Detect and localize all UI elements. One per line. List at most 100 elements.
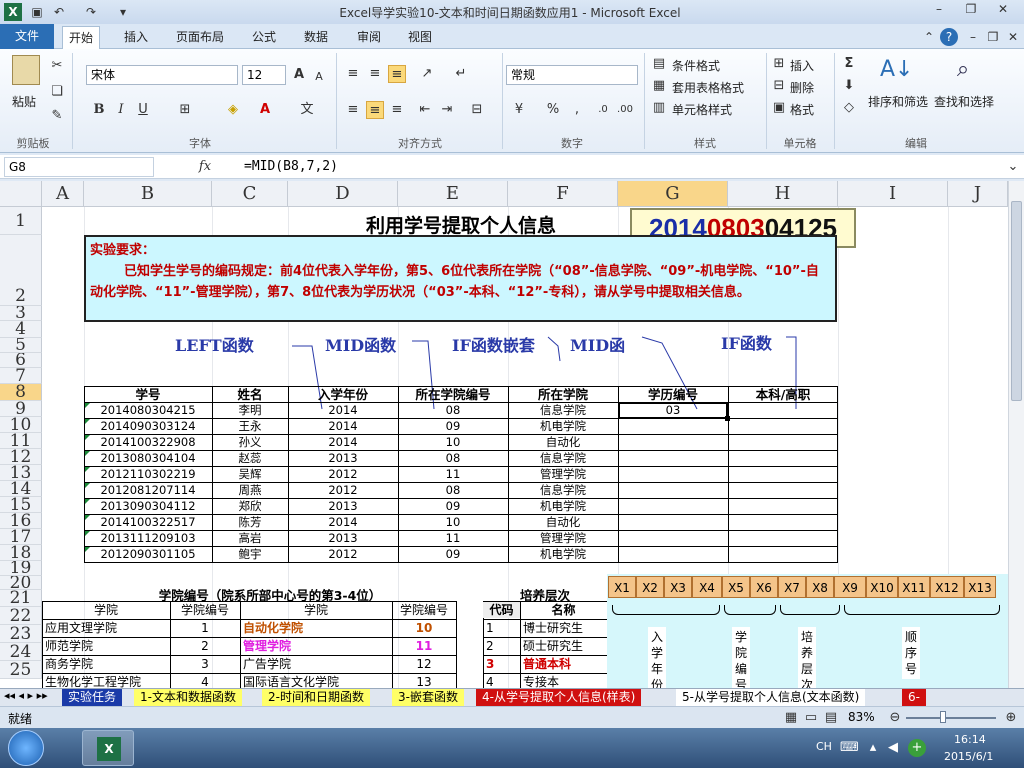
tab-insert[interactable]: 插入 [118, 26, 154, 49]
format-cells-button[interactable]: 格式 [790, 101, 814, 118]
doc-restore-icon[interactable]: ❐ [984, 28, 1002, 46]
conditional-format-icon[interactable]: ▤ [650, 55, 668, 73]
delete-cells-icon[interactable]: ⊟ [770, 77, 788, 95]
table-cell[interactable]: 2012110302219 [84, 467, 212, 482]
align-left-icon[interactable]: ≡ [344, 101, 362, 119]
table-cell[interactable]: 09 [398, 499, 508, 514]
align-middle-icon[interactable]: ≡ [366, 65, 384, 83]
increase-indent-icon[interactable]: ⇥ [438, 101, 456, 119]
table-cell[interactable]: 2014080304215 [84, 403, 212, 418]
sheet-tab-5[interactable]: 5-从学号提取个人信息(文本函数) [676, 689, 866, 706]
cut-icon[interactable]: ✂ [48, 57, 66, 75]
zoom-slider-thumb[interactable] [940, 711, 946, 723]
help-icon[interactable]: ? [940, 28, 958, 46]
zoom-slider[interactable] [906, 717, 996, 719]
insert-cells-icon[interactable]: ⊞ [770, 55, 788, 73]
table-cell[interactable]: 2014100322908 [84, 435, 212, 450]
table-cell[interactable]: 2014090303124 [84, 419, 212, 434]
decrease-decimal-icon[interactable]: .00 [616, 101, 634, 119]
vertical-scrollbar[interactable] [1008, 181, 1024, 688]
doc-minimize-icon[interactable]: – [964, 28, 982, 46]
name-box[interactable]: G8 [4, 157, 154, 177]
paste-button[interactable]: 粘贴 [12, 93, 36, 110]
tab-view[interactable]: 视图 [402, 26, 438, 49]
table-cell[interactable]: 2013 [288, 451, 398, 466]
table-cell[interactable]: 2012 [288, 547, 398, 562]
table-cell[interactable]: 11 [398, 531, 508, 546]
zoom-out-icon[interactable]: ⊖ [886, 709, 904, 727]
clear-icon[interactable]: ◇ [840, 99, 858, 117]
close-icon[interactable]: ✕ [990, 2, 1016, 20]
underline-button[interactable]: U [134, 101, 152, 119]
page-break-view-icon[interactable]: ▤ [822, 709, 840, 727]
table-cell[interactable]: 吴辉 [212, 467, 288, 482]
sheet-tab-3[interactable]: 3-嵌套函数 [392, 689, 464, 706]
table-cell[interactable] [728, 547, 838, 562]
shrink-font-icon[interactable]: A [310, 68, 328, 86]
format-painter-icon[interactable]: ✎ [48, 107, 66, 125]
doc-close-icon[interactable]: ✕ [1004, 28, 1022, 46]
table-cell[interactable]: 高岩 [212, 531, 288, 546]
table-cell[interactable]: 2013090304112 [84, 499, 212, 514]
orientation-icon[interactable]: ↗ [418, 65, 436, 83]
table-cell[interactable]: 10 [398, 515, 508, 530]
normal-view-icon[interactable]: ▦ [782, 709, 800, 727]
autosum-icon[interactable]: Σ [840, 55, 858, 73]
table-cell[interactable]: 赵蕊 [212, 451, 288, 466]
table-cell[interactable]: 2014 [288, 515, 398, 530]
table-cell[interactable] [728, 419, 838, 434]
table-cell[interactable] [618, 499, 728, 514]
italic-button[interactable]: I [112, 101, 130, 119]
page-layout-view-icon[interactable]: ▭ [802, 709, 820, 727]
sort-filter-icon[interactable]: A↓ [880, 57, 913, 89]
table-cell[interactable]: 11 [398, 467, 508, 482]
table-cell[interactable] [728, 403, 838, 418]
table-cell[interactable]: 机电学院 [508, 547, 618, 562]
formula-input[interactable]: =MID(B8,7,2) [244, 159, 338, 174]
table-cell[interactable]: 陈芳 [212, 515, 288, 530]
table-format-button[interactable]: 套用表格格式 [672, 79, 744, 96]
input-lang[interactable]: CH [816, 740, 832, 753]
comma-icon[interactable]: , [568, 101, 586, 119]
scroll-thumb[interactable] [1011, 201, 1022, 401]
paste-icon[interactable] [12, 55, 40, 85]
minimize-icon[interactable]: – [926, 2, 952, 20]
table-cell[interactable]: 2014 [288, 435, 398, 450]
tray-expand-icon[interactable]: ▴ [864, 739, 882, 757]
table-cell[interactable]: 08 [398, 403, 508, 418]
table-cell[interactable]: 2013 [288, 499, 398, 514]
network-icon[interactable]: + [908, 739, 926, 757]
tab-nav-icon[interactable]: ◂◂ ◂ ▸ ▸▸ [4, 689, 48, 702]
table-cell[interactable] [728, 467, 838, 482]
format-cells-icon[interactable]: ▣ [770, 99, 788, 117]
table-cell[interactable]: 2012 [288, 467, 398, 482]
table-cell[interactable]: 周燕 [212, 483, 288, 498]
redo-icon[interactable]: ↷ [82, 3, 100, 21]
percent-button[interactable]: % [544, 101, 562, 119]
table-cell[interactable]: 信息学院 [508, 403, 618, 418]
copy-icon[interactable]: ❏ [48, 83, 66, 101]
table-cell[interactable]: 2012090301105 [84, 547, 212, 562]
insert-cells-button[interactable]: 插入 [790, 57, 814, 74]
selected-cell[interactable] [618, 402, 728, 419]
table-cell[interactable]: 自动化 [508, 515, 618, 530]
table-cell[interactable]: 信息学院 [508, 451, 618, 466]
find-select-button[interactable]: 查找和选择 [934, 93, 994, 110]
sheet-tab-0[interactable]: 实验任务 [62, 689, 123, 706]
customize-qat-icon[interactable]: ▾ [114, 3, 132, 21]
tab-review[interactable]: 审阅 [351, 26, 387, 49]
fill-color-icon[interactable]: ◈ [224, 101, 242, 119]
table-cell[interactable]: 2014 [288, 403, 398, 418]
phonetic-icon[interactable]: 文 [298, 101, 316, 119]
table-cell[interactable]: 李明 [212, 403, 288, 418]
conditional-format-button[interactable]: 条件格式 [672, 57, 720, 74]
table-cell[interactable]: 管理学院 [508, 467, 618, 482]
font-name-select[interactable]: 宋体 [86, 65, 238, 85]
tab-formulas[interactable]: 公式 [246, 26, 282, 49]
table-format-icon[interactable]: ▦ [650, 77, 668, 95]
restore-icon[interactable]: ❐ [958, 2, 984, 20]
fill-icon[interactable]: ⬇ [840, 77, 858, 95]
table-cell[interactable]: 自动化 [508, 435, 618, 450]
table-cell[interactable] [618, 515, 728, 530]
align-bottom-icon[interactable]: ≡ [388, 65, 406, 83]
